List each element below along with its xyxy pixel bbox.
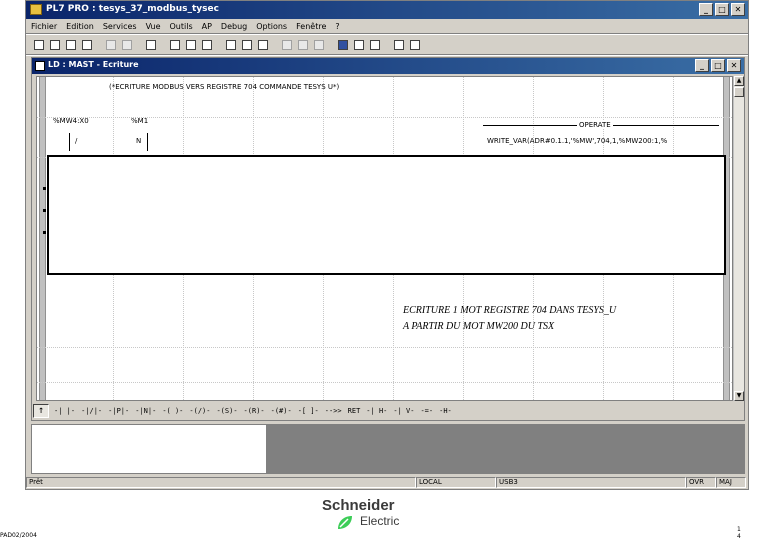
- transfer-icon[interactable]: [279, 37, 293, 51]
- undo-icon[interactable]: [103, 37, 117, 51]
- rung-comment: (*ECRITURE MODBUS VERS REGISTRE 704 COMM…: [109, 83, 340, 91]
- variables-icon[interactable]: [199, 37, 213, 51]
- menu-fenetre[interactable]: Fenêtre: [296, 22, 326, 31]
- ld-tool-v-link[interactable]: -| V-: [392, 404, 415, 418]
- print-icon[interactable]: [79, 37, 93, 51]
- toolbar-separator: [26, 54, 748, 56]
- contact-2-symbol: N: [136, 137, 142, 145]
- ld-tool-coil[interactable]: -( )-: [161, 404, 184, 418]
- menu-debug[interactable]: Debug: [221, 22, 247, 31]
- menu-help[interactable]: ?: [335, 22, 339, 31]
- ld-window-title: LD : MAST - Ecriture: [48, 60, 139, 69]
- close-button[interactable]: ✕: [731, 3, 745, 16]
- ld-tool-horizontal[interactable]: -H-: [438, 404, 453, 418]
- operate-instruction[interactable]: WRITE_VAR(ADR#0.1.1,'%MW',704,1,%MW200:1…: [487, 137, 667, 145]
- ld-tool-return[interactable]: RET: [347, 404, 362, 418]
- ld-tool-jump[interactable]: -->>: [324, 404, 343, 418]
- stop-icon[interactable]: [311, 37, 325, 51]
- menu-vue[interactable]: Vue: [146, 22, 161, 31]
- window-title: PL7 PRO : tesys_37_modbus_tysec: [46, 4, 219, 14]
- status-driver: USB3: [496, 477, 686, 488]
- menu-ap[interactable]: AP: [202, 22, 212, 31]
- title-bar: PL7 PRO : tesys_37_modbus_tysec _ □ ✕: [26, 1, 748, 19]
- status-ovr: OVR: [686, 477, 716, 488]
- io-icon[interactable]: [223, 37, 237, 51]
- main-toolbar: [26, 35, 423, 53]
- operate-label: OPERATE: [577, 121, 613, 129]
- schneider-logo: Schneider Electric: [322, 497, 399, 529]
- bullet-1: [43, 187, 46, 190]
- annotation-line-2: A PARTIR DU MOT MW200 DU TSX: [403, 321, 555, 332]
- menu-bar: Fichier Edition Services Vue Outils AP D…: [26, 19, 748, 33]
- context-help-icon[interactable]: [407, 37, 421, 51]
- output-window[interactable]: [31, 424, 267, 474]
- overlay-box: [47, 155, 726, 275]
- status-maj: MAJ: [716, 477, 746, 488]
- menu-edition[interactable]: Edition: [66, 22, 94, 31]
- contact-2-label: %M1: [131, 117, 149, 125]
- left-power-rail: [39, 77, 46, 400]
- ld-tool-reset-coil[interactable]: -(R)-: [243, 404, 266, 418]
- ld-vertical-scrollbar[interactable]: ▲ ▼: [733, 76, 744, 401]
- arrange-icon[interactable]: [367, 37, 381, 51]
- ld-tool-compare[interactable]: -=-: [419, 404, 434, 418]
- menu-outils[interactable]: Outils: [170, 22, 193, 31]
- menu-fichier[interactable]: Fichier: [31, 22, 57, 31]
- tile-icon[interactable]: [351, 37, 365, 51]
- config-icon[interactable]: [183, 37, 197, 51]
- status-message: Prêt: [26, 477, 416, 488]
- ld-tool-operate-block[interactable]: -[ ]-: [297, 404, 320, 418]
- contact-2-right-bar: [147, 133, 148, 151]
- ld-window-icon: [35, 61, 45, 71]
- save-icon[interactable]: [63, 37, 77, 51]
- logo-line-2: Electric: [360, 514, 400, 528]
- screen-icon[interactable]: [255, 37, 269, 51]
- ld-tool-rising-edge[interactable]: -|P|-: [107, 404, 130, 418]
- logo-leaf-icon: [336, 515, 354, 531]
- cascade-icon[interactable]: [335, 37, 349, 51]
- ld-title-bar: LD : MAST - Ecriture _ □ ✕: [32, 58, 744, 74]
- help-icon[interactable]: [391, 37, 405, 51]
- bullet-2: [43, 209, 46, 212]
- browser-icon[interactable]: [167, 37, 181, 51]
- status-mode: LOCAL: [416, 477, 496, 488]
- new-file-icon[interactable]: [31, 37, 45, 51]
- connect-icon[interactable]: [295, 37, 309, 51]
- import-icon[interactable]: [143, 37, 157, 51]
- workspace-background: [267, 424, 745, 474]
- scroll-up-button[interactable]: ▲: [734, 76, 744, 86]
- bullet-3: [43, 231, 46, 234]
- app-icon: [30, 4, 42, 15]
- ld-element-toolbar: ↑ -| |- -|/|- -|P|- -|N|- -( )- -(/)- -(…: [33, 402, 743, 420]
- ld-maximize-button[interactable]: □: [711, 59, 725, 72]
- maximize-button[interactable]: □: [715, 3, 729, 16]
- doc-reference: PAD02/2004: [0, 532, 37, 539]
- redo-icon[interactable]: [119, 37, 133, 51]
- ld-tool-open-contact[interactable]: -| |-: [53, 404, 76, 418]
- ld-close-button[interactable]: ✕: [727, 59, 741, 72]
- scroll-thumb[interactable]: [734, 87, 744, 97]
- ld-tool-falling-edge[interactable]: -|N|-: [134, 404, 157, 418]
- ld-tool-call-coil[interactable]: -(#)-: [270, 404, 293, 418]
- contact-1-label: %MW4:X0: [53, 117, 89, 125]
- ld-tool-closed-contact[interactable]: -|/|-: [80, 404, 103, 418]
- ld-tool-inverse-coil[interactable]: -(/)-: [188, 404, 211, 418]
- contact-1-symbol: /: [75, 137, 78, 145]
- ld-tool-h-link[interactable]: -| H-: [365, 404, 388, 418]
- ld-minimize-button[interactable]: _: [695, 59, 709, 72]
- scroll-down-button[interactable]: ▼: [734, 391, 744, 401]
- logo-line-1: Schneider: [322, 497, 395, 514]
- status-bar: Prêt LOCAL USB3 OVR MAJ: [26, 476, 748, 489]
- menu-options[interactable]: Options: [256, 22, 287, 31]
- ld-tool-set-coil[interactable]: -(S)-: [215, 404, 238, 418]
- select-arrow-button[interactable]: ↑: [33, 404, 49, 418]
- menu-services[interactable]: Services: [103, 22, 137, 31]
- annotation-line-1: ECRITURE 1 MOT REGISTRE 704 DANS TESYS_U: [403, 305, 617, 316]
- display-icon[interactable]: [239, 37, 253, 51]
- minimize-button[interactable]: _: [699, 3, 713, 16]
- contact-1-left-bar: [69, 133, 70, 151]
- open-file-icon[interactable]: [47, 37, 61, 51]
- page-number: 1 4: [737, 526, 741, 540]
